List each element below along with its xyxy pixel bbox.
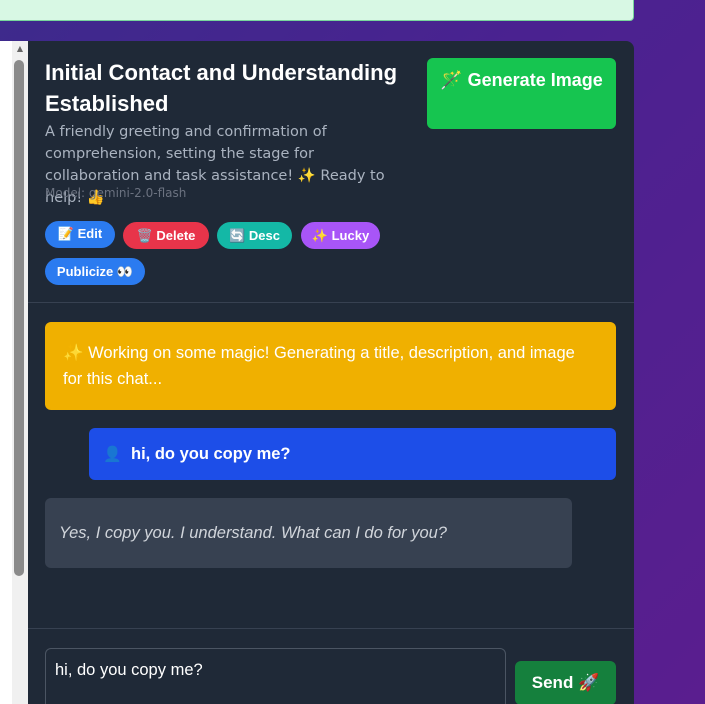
user-message-text: hi, do you copy me? <box>131 445 291 463</box>
delete-button[interactable]: 🗑️ Delete <box>123 222 209 249</box>
send-button[interactable]: Send 🚀 <box>515 661 616 704</box>
scroll-up-arrow-icon[interactable]: ▲ <box>12 41 28 57</box>
publicize-button[interactable]: Publicize 👀 <box>45 258 145 285</box>
chat-title: Initial Contact and Understanding Establ… <box>45 60 398 116</box>
composer: hi, do you copy me? Send 🚀 <box>28 628 634 704</box>
user-message: 👤 hi, do you copy me? <box>89 428 616 480</box>
regenerate-description-button[interactable]: 🔄 Desc <box>217 222 292 249</box>
chat-header: Initial Contact and Understanding Establ… <box>28 41 634 303</box>
success-banner <box>0 0 634 21</box>
assistant-message: Yes, I copy you. I understand. What can … <box>45 498 572 568</box>
generate-image-button[interactable]: 🪄 Generate Image <box>427 58 616 129</box>
status-notice: ✨ Working on some magic! Generating a ti… <box>45 322 616 410</box>
model-label: Model: gemini-2.0-flash <box>45 186 187 200</box>
chat-panel: Initial Contact and Understanding Establ… <box>28 41 634 704</box>
lucky-button[interactable]: ✨ Lucky <box>301 222 380 249</box>
edit-button[interactable]: 📝 Edit <box>45 221 115 248</box>
message-input[interactable]: hi, do you copy me? <box>45 648 506 704</box>
scrollbar-thumb[interactable] <box>14 60 24 576</box>
user-icon: 👤 <box>103 446 122 463</box>
